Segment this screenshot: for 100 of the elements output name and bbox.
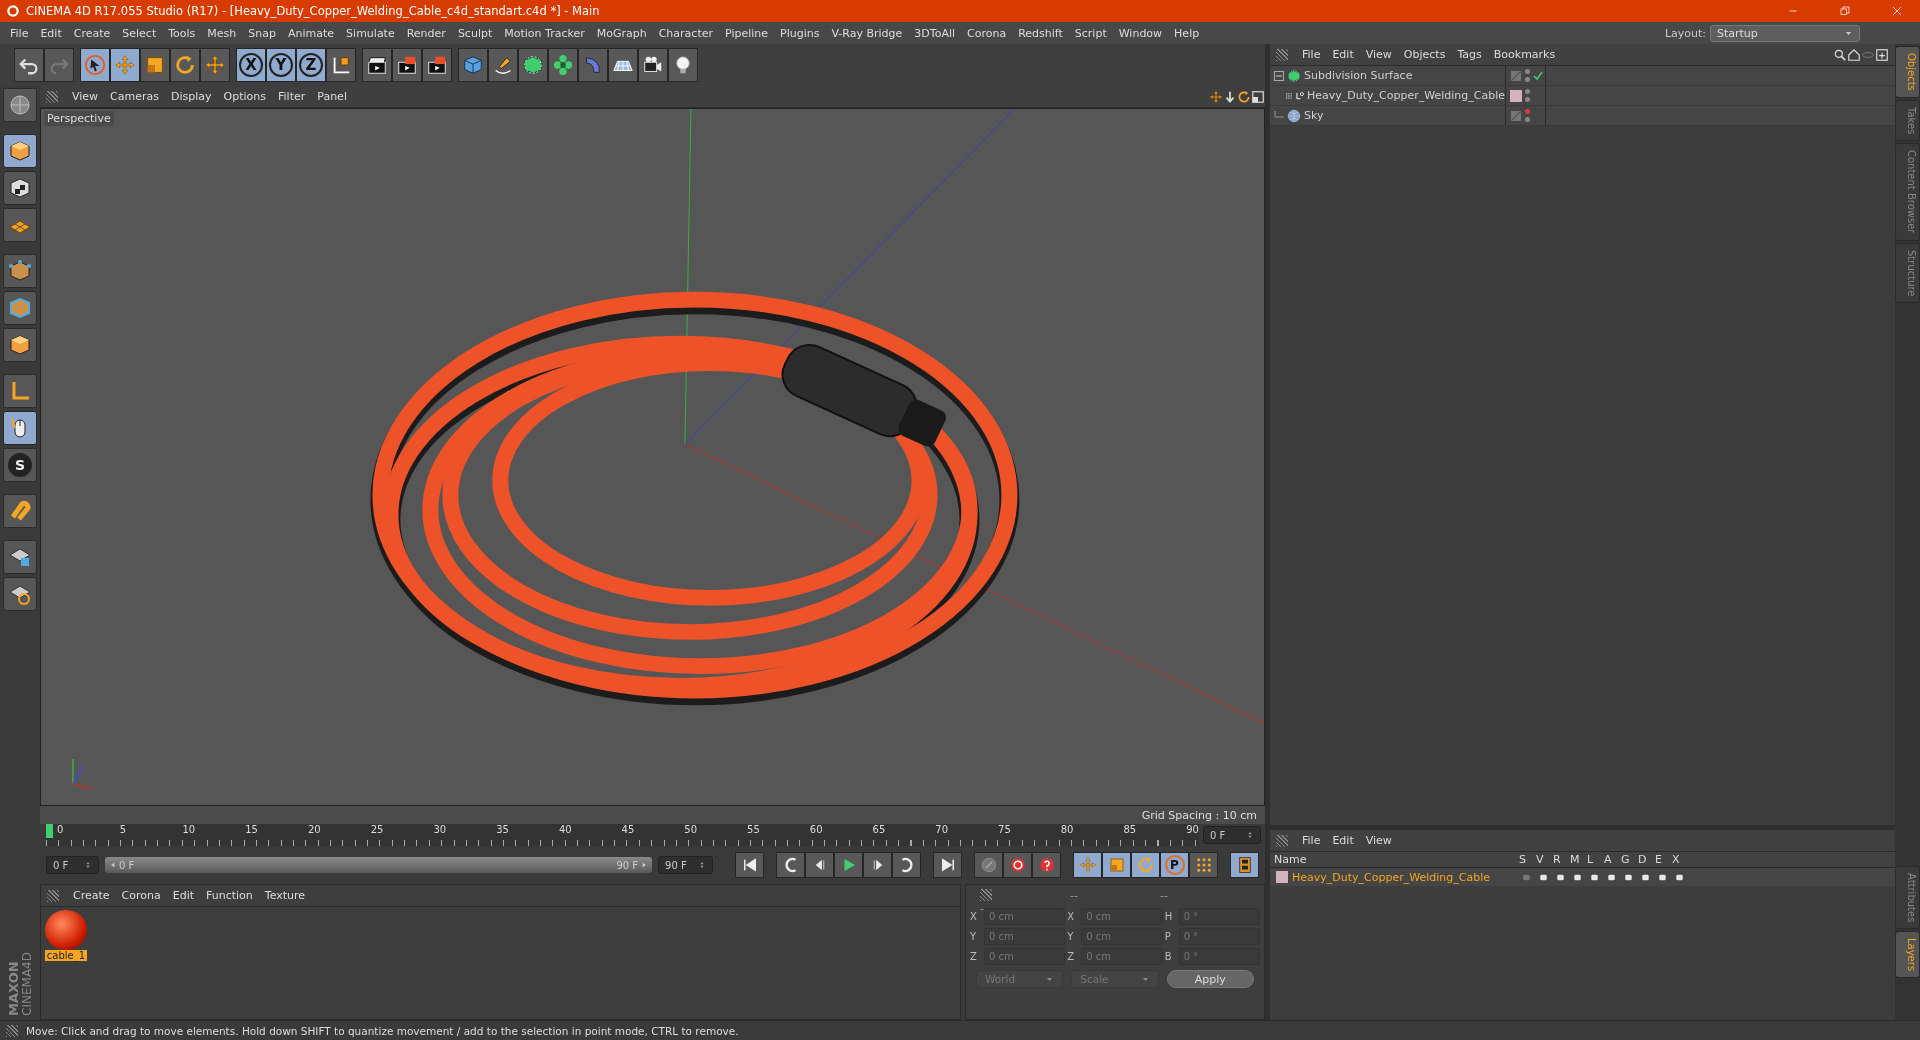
menu-item[interactable]: Help: [1168, 24, 1206, 42]
texture-grid-button[interactable]: [3, 208, 37, 242]
menu-item[interactable]: Pipeline: [719, 24, 775, 42]
menu-item[interactable]: Character: [652, 24, 719, 42]
viewport-menu-item[interactable]: Filter: [272, 88, 312, 105]
viewport[interactable]: Perspective: [40, 108, 1265, 806]
material-preview-sphere[interactable]: [45, 910, 87, 950]
move-cross-button[interactable]: [200, 48, 230, 82]
pen-button[interactable]: [488, 48, 518, 82]
checker-cube-button[interactable]: [3, 171, 37, 205]
side-tab[interactable]: Objects: [1895, 46, 1920, 98]
end-frame-field[interactable]: 90 F: [658, 856, 713, 874]
magnet-button[interactable]: [3, 494, 37, 528]
key-parameter-button[interactable]: P: [1160, 852, 1189, 878]
select-arrow-button[interactable]: [80, 48, 110, 82]
go-to-end-button[interactable]: [933, 852, 962, 878]
viewport-menu-item[interactable]: Cameras: [104, 88, 165, 105]
object-menu-item[interactable]: File: [1296, 46, 1327, 63]
collapse-icon[interactable]: [1274, 70, 1284, 81]
grid-snap-button[interactable]: [3, 577, 37, 611]
polygons-cube-button[interactable]: [3, 328, 37, 362]
generator-cube-button[interactable]: [518, 48, 548, 82]
material-name[interactable]: cable_1: [44, 950, 88, 961]
render-picture-button[interactable]: [392, 48, 422, 82]
menu-item[interactable]: Window: [1112, 24, 1169, 42]
menu-item[interactable]: Motion Tracker: [498, 24, 591, 42]
object-menu-item[interactable]: Objects: [1397, 46, 1452, 63]
object-menu-item[interactable]: Edit: [1326, 46, 1360, 63]
flower-button[interactable]: [548, 48, 578, 82]
key-rotation-button[interactable]: [1131, 852, 1160, 878]
render-settings-button[interactable]: [422, 48, 452, 82]
menu-item[interactable]: Script: [1068, 24, 1113, 42]
viewport-menu-item[interactable]: Display: [165, 88, 218, 105]
menu-item[interactable]: Plugins: [774, 24, 826, 42]
record-button[interactable]: [1003, 852, 1032, 878]
menu-item[interactable]: Simulate: [340, 24, 401, 42]
sphere-button[interactable]: [3, 88, 37, 122]
bend-button[interactable]: [578, 48, 608, 82]
expand-icon[interactable]: [1286, 90, 1292, 101]
layer-menu-item[interactable]: File: [1296, 832, 1327, 849]
axis-button[interactable]: [3, 374, 37, 408]
menu-item[interactable]: File: [4, 24, 35, 42]
object-menu-item[interactable]: View: [1359, 46, 1398, 63]
menu-item[interactable]: Snap: [242, 24, 282, 42]
menu-item[interactable]: Select: [116, 24, 163, 42]
camera-button[interactable]: [638, 48, 668, 82]
material-menu-item[interactable]: Corona: [115, 887, 167, 904]
mouse-button[interactable]: [3, 411, 37, 445]
visibility-dots[interactable]: [1525, 89, 1530, 102]
redo-button[interactable]: [44, 48, 74, 82]
side-tab[interactable]: Layers: [1895, 930, 1920, 978]
axis-lock-button[interactable]: Y: [266, 48, 296, 82]
next-frame-button[interactable]: [863, 852, 892, 878]
menu-item[interactable]: Sculpt: [451, 24, 499, 42]
help-button[interactable]: [1032, 852, 1061, 878]
axis-lock-button[interactable]: Z: [296, 48, 326, 82]
layer-menu-item[interactable]: View: [1359, 832, 1398, 849]
keyframe-button[interactable]: [974, 852, 1003, 878]
menu-item[interactable]: Tools: [162, 24, 202, 42]
points-cube-button[interactable]: [3, 254, 37, 288]
start-frame-field[interactable]: 0 F: [46, 856, 99, 874]
menu-item[interactable]: Corona: [961, 24, 1013, 42]
menu-item[interactable]: Redshift: [1012, 24, 1069, 42]
rotate-button[interactable]: [170, 48, 200, 82]
visibility-dots[interactable]: [1525, 69, 1530, 82]
menu-item[interactable]: MoGraph: [590, 24, 653, 42]
model-cube-button[interactable]: [3, 134, 37, 168]
cable-coil-drawing[interactable]: [370, 291, 1020, 706]
apply-button[interactable]: Apply: [1166, 970, 1254, 988]
object-name[interactable]: Sky: [1304, 109, 1324, 122]
menu-item[interactable]: Render: [400, 24, 452, 42]
layout-dropdown[interactable]: Startup: [1710, 24, 1860, 42]
menu-item[interactable]: V-Ray Bridge: [825, 24, 909, 42]
layer-color-swatch[interactable]: [1510, 89, 1522, 102]
previous-frame-button[interactable]: [805, 852, 834, 878]
panel-grip[interactable]: [980, 889, 992, 901]
viewport-menu-item[interactable]: Panel: [311, 88, 353, 105]
menu-item[interactable]: Animate: [282, 24, 341, 42]
play-button[interactable]: [834, 852, 863, 878]
current-frame-field[interactable]: 0 F: [1203, 826, 1261, 844]
menu-item[interactable]: Create: [67, 24, 117, 42]
key-position-button[interactable]: [1073, 852, 1102, 878]
material-menu-item[interactable]: Edit: [166, 887, 200, 904]
coordinate-system-button[interactable]: [326, 48, 356, 82]
layer-color-swatch[interactable]: [1276, 871, 1288, 883]
cube-button[interactable]: [458, 48, 488, 82]
grid-lock-button[interactable]: [3, 540, 37, 574]
menu-item[interactable]: 3DToAll: [908, 24, 961, 42]
object-menu-item[interactable]: Tags: [1451, 46, 1488, 63]
snap-button[interactable]: S: [3, 448, 37, 482]
viewport-menu-item[interactable]: Options: [217, 88, 272, 105]
material-menu-item[interactable]: Texture: [258, 887, 312, 904]
timeline-ruler[interactable]: 0 5 10 15 20 25 30 35 40 45 50 55 60 65 70 75 80 85 90: [46, 824, 1199, 846]
move-button[interactable]: [110, 48, 140, 82]
camera-label[interactable]: Perspective: [44, 111, 114, 126]
panel-grip[interactable]: [6, 1024, 18, 1037]
render-view-button[interactable]: [362, 48, 392, 82]
timeline-button[interactable]: [1230, 852, 1259, 878]
next-key-button[interactable]: [892, 852, 921, 878]
menu-item[interactable]: Mesh: [201, 24, 243, 42]
